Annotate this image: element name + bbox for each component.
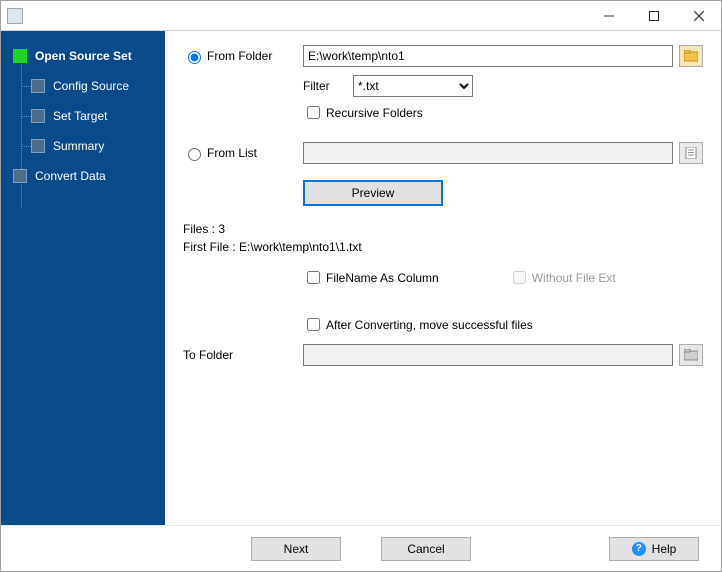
help-icon: ? [632,542,646,556]
from-list-label: From List [207,146,257,160]
from-folder-radio[interactable]: From Folder [183,48,303,64]
maximize-button[interactable] [631,1,676,30]
after-convert-checkbox[interactable] [307,318,320,331]
to-folder-label: To Folder [183,348,303,362]
close-button[interactable] [676,1,721,30]
cancel-button-label: Cancel [407,542,444,556]
folder-icon [684,50,698,62]
preview-button[interactable]: Preview [303,180,443,206]
app-icon [7,8,23,24]
step-box-icon [31,109,45,123]
recursive-label: Recursive Folders [326,106,423,120]
sidebar-item-label: Convert Data [35,169,106,183]
wizard-footer: Next Cancel ? Help [1,525,721,571]
from-list-radio-input[interactable] [188,148,201,161]
minimize-button[interactable] [586,1,631,30]
step-box-icon [13,169,27,183]
list-path-input [303,142,673,164]
filename-as-column-label: FileName As Column [326,271,439,285]
step-box-icon [31,139,45,153]
titlebar [1,1,721,31]
close-icon [694,11,704,21]
next-button[interactable]: Next [251,537,341,561]
cancel-button[interactable]: Cancel [381,537,471,561]
without-file-ext-label: Without File Ext [532,271,616,285]
step-box-icon [13,49,27,63]
files-count-label: Files : 3 [183,222,703,236]
preview-button-label: Preview [352,186,395,200]
without-file-ext-input [513,271,526,284]
file-icon [685,147,697,159]
sidebar-item-label: Set Target [53,109,107,123]
filename-as-column-input[interactable] [307,271,320,284]
sidebar-item-summary[interactable]: Summary [1,131,165,161]
sidebar-item-config-source[interactable]: Config Source [1,71,165,101]
wizard-window: Open Source Set Config Source Set Target… [0,0,722,572]
step-box-icon [31,79,45,93]
wizard-page: From Folder Filter *.txt Recursive Folde… [165,31,721,525]
folder-icon [684,349,698,361]
sidebar-item-set-target[interactable]: Set Target [1,101,165,131]
wizard-sidebar: Open Source Set Config Source Set Target… [1,31,165,525]
browse-to-folder-button[interactable] [679,344,703,366]
help-button-label: Help [652,542,677,556]
from-folder-label: From Folder [207,49,272,63]
sidebar-item-label: Open Source Set [35,49,132,63]
sidebar-item-open-source-set[interactable]: Open Source Set [1,41,165,71]
filter-label: Filter [303,79,353,93]
browse-list-button[interactable] [679,142,703,164]
folder-path-input[interactable] [303,45,673,67]
browse-folder-button[interactable] [679,45,703,67]
recursive-checkbox[interactable] [307,106,320,119]
help-button[interactable]: ? Help [609,537,699,561]
sidebar-item-convert-data[interactable]: Convert Data [1,161,165,191]
first-file-label: First File : E:\work\temp\nto1\1.txt [183,240,703,254]
sidebar-item-label: Summary [53,139,104,153]
sidebar-item-label: Config Source [53,79,129,93]
maximize-icon [649,11,659,21]
filename-as-column-checkbox[interactable]: FileName As Column [303,268,439,287]
from-list-radio[interactable]: From List [183,145,303,161]
from-folder-radio-input[interactable] [188,51,201,64]
without-file-ext-checkbox: Without File Ext [509,268,616,287]
after-convert-label: After Converting, move successful files [326,318,533,332]
to-folder-input [303,344,673,366]
filter-combo[interactable]: *.txt [353,75,473,97]
next-button-label: Next [284,542,309,556]
minimize-icon [604,11,614,21]
